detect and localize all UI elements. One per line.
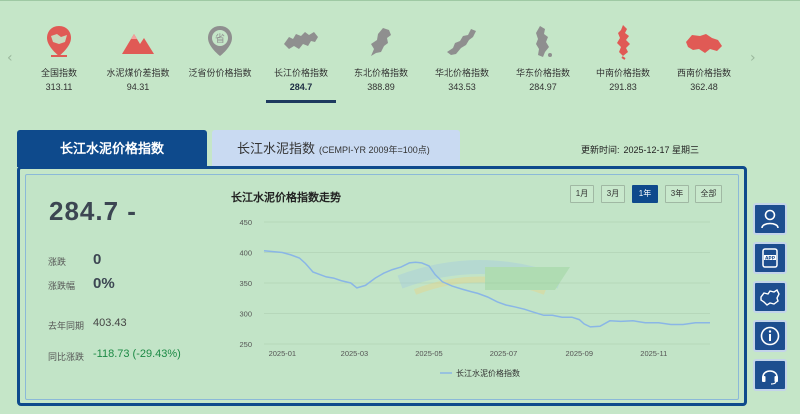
strip-next-arrow[interactable]: › xyxy=(750,50,756,66)
southwest-map-icon xyxy=(686,34,722,53)
province-badge-icon: 省 xyxy=(208,26,232,56)
x-tick-label: 2025-07 xyxy=(490,349,518,358)
index-item-province[interactable]: 省 泛省份价格指数 xyxy=(183,22,257,82)
x-tick-label: 2025-03 xyxy=(341,349,369,358)
index-name: 华东价格指数 xyxy=(515,68,570,78)
legend-label: 长江水泥价格指数 xyxy=(456,368,520,378)
x-tick-label: 2025-01 xyxy=(269,349,297,358)
current-index-value: 284.7 - xyxy=(49,196,137,226)
index-value: 388.89 xyxy=(367,82,395,92)
tab-yangtze-cement-price-index[interactable]: 长江水泥价格指数 xyxy=(17,130,207,167)
index-item-central-south[interactable]: 中南价格指数 291.83 xyxy=(586,22,660,92)
index-name: 东北价格指数 xyxy=(353,68,408,78)
chart-y-ticks: 250 300 350 400 450 xyxy=(239,218,252,349)
svg-text:APP: APP xyxy=(765,255,776,261)
index-item-northeast[interactable]: 东北价格指数 388.89 xyxy=(344,22,418,92)
index-name: 全国指数 xyxy=(40,68,77,78)
index-name: 长江价格指数 xyxy=(273,68,328,78)
chart-legend: 长江水泥价格指数 xyxy=(440,368,520,378)
index-item-east-china[interactable]: 华东价格指数 284.97 xyxy=(506,22,580,92)
info-icon xyxy=(760,326,780,346)
index-value: 313.11 xyxy=(45,82,73,92)
location-pin-icon xyxy=(47,26,71,57)
top-divider xyxy=(0,0,800,4)
range-button-3m[interactable]: 3月 xyxy=(601,185,625,203)
china-map-button[interactable] xyxy=(753,281,787,313)
active-index-underline xyxy=(266,100,336,103)
index-value: 291.83 xyxy=(609,82,637,92)
last-year-value: 403.43 xyxy=(93,317,127,329)
tab-label: 长江水泥指数 xyxy=(237,141,316,156)
update-time-value: 2025-12-17 星期三 xyxy=(623,145,700,155)
tab-sublabel: (CEMPI-YR 2009年=100点) xyxy=(319,145,430,155)
index-value: 94.31 xyxy=(126,82,150,92)
index-item-national[interactable]: 全国指数 313.11 xyxy=(22,22,96,92)
north-china-map-icon xyxy=(447,29,476,55)
info-button[interactable] xyxy=(753,320,787,352)
chart-title: 长江水泥价格指数走势 xyxy=(231,192,341,204)
index-item-north-china[interactable]: 华北价格指数 343.53 xyxy=(425,22,499,92)
index-name: 华北价格指数 xyxy=(434,68,489,78)
yoy-change-value: -118.73 (-29.43%) xyxy=(93,348,181,360)
northeast-region-map-icon xyxy=(371,28,391,56)
x-tick-label: 2025-11 xyxy=(640,349,667,358)
east-china-map-icon xyxy=(536,26,552,57)
chart-watermark xyxy=(397,260,570,295)
y-tick-label: 450 xyxy=(239,218,252,227)
index-value: 284.7 xyxy=(289,82,313,92)
last-year-label: 去年同期 xyxy=(48,321,85,331)
index-name: 中南价格指数 xyxy=(595,68,650,78)
chart-x-ticks: 2025-01 2025-03 2025-05 2025-07 2025-09 2025-… xyxy=(269,349,668,358)
x-tick-label: 2025-09 xyxy=(565,349,593,358)
index-value: 343.53 xyxy=(448,82,476,92)
index-item-southwest[interactable]: 西南价格指数 362.48 xyxy=(667,22,741,92)
index-name: 西南价格指数 xyxy=(676,68,731,78)
index-item-yangtze[interactable]: 长江价格指数 284.7 xyxy=(264,22,338,103)
user-button[interactable] xyxy=(753,203,787,235)
y-tick-label: 300 xyxy=(239,310,252,319)
update-time: 更新时间: 2025-12-17 星期三 xyxy=(581,143,699,156)
y-tick-label: 250 xyxy=(239,340,252,349)
change-value: 0 xyxy=(93,251,102,268)
strip-prev-arrow[interactable]: ‹ xyxy=(7,50,13,66)
china-map-icon xyxy=(760,288,780,306)
tab-yangtze-cement-index[interactable]: 长江水泥指数 (CEMPI-YR 2009年=100点) xyxy=(212,130,460,167)
update-time-label: 更新时间: xyxy=(581,145,620,155)
app-icon: APP xyxy=(762,248,778,268)
range-button-3y[interactable]: 3年 xyxy=(665,185,689,203)
range-button-1m[interactable]: 1月 xyxy=(570,185,594,203)
yangtze-region-map-icon xyxy=(284,32,318,49)
y-tick-label: 350 xyxy=(239,279,252,288)
range-button-1y[interactable]: 1年 xyxy=(632,185,658,203)
change-percent-label: 涨跌幅 xyxy=(48,281,76,291)
customer-service-button[interactable] xyxy=(753,359,787,391)
index-name: 水泥煤价差指数 xyxy=(106,68,170,78)
range-button-all[interactable]: 全部 xyxy=(695,185,722,203)
yoy-change-label: 同比涨跌 xyxy=(48,352,85,362)
central-south-map-icon xyxy=(617,25,630,60)
change-label: 涨跌 xyxy=(48,257,67,267)
mountain-icon xyxy=(122,34,154,54)
price-index-line-chart: 250300350400450 2025-01 2025-03 2025-05 202… xyxy=(239,218,711,378)
headset-icon xyxy=(762,370,778,385)
y-tick-label: 400 xyxy=(239,249,252,258)
change-percent-value: 0% xyxy=(93,275,115,292)
user-icon xyxy=(761,209,779,229)
app-button[interactable]: APP xyxy=(753,242,787,274)
province-badge-text: 省 xyxy=(215,32,225,45)
index-strip: ‹ › 全国指数 313.11 水泥煤价差指数 94.31 省 泛省份价格指数 … xyxy=(0,22,800,108)
x-tick-label: 2025-05 xyxy=(415,349,443,358)
index-name: 泛省份价格指数 xyxy=(188,68,252,78)
index-value: 362.48 xyxy=(690,82,718,92)
index-item-cement-coal[interactable]: 水泥煤价差指数 94.31 xyxy=(101,22,175,92)
index-value: 284.97 xyxy=(529,82,557,92)
